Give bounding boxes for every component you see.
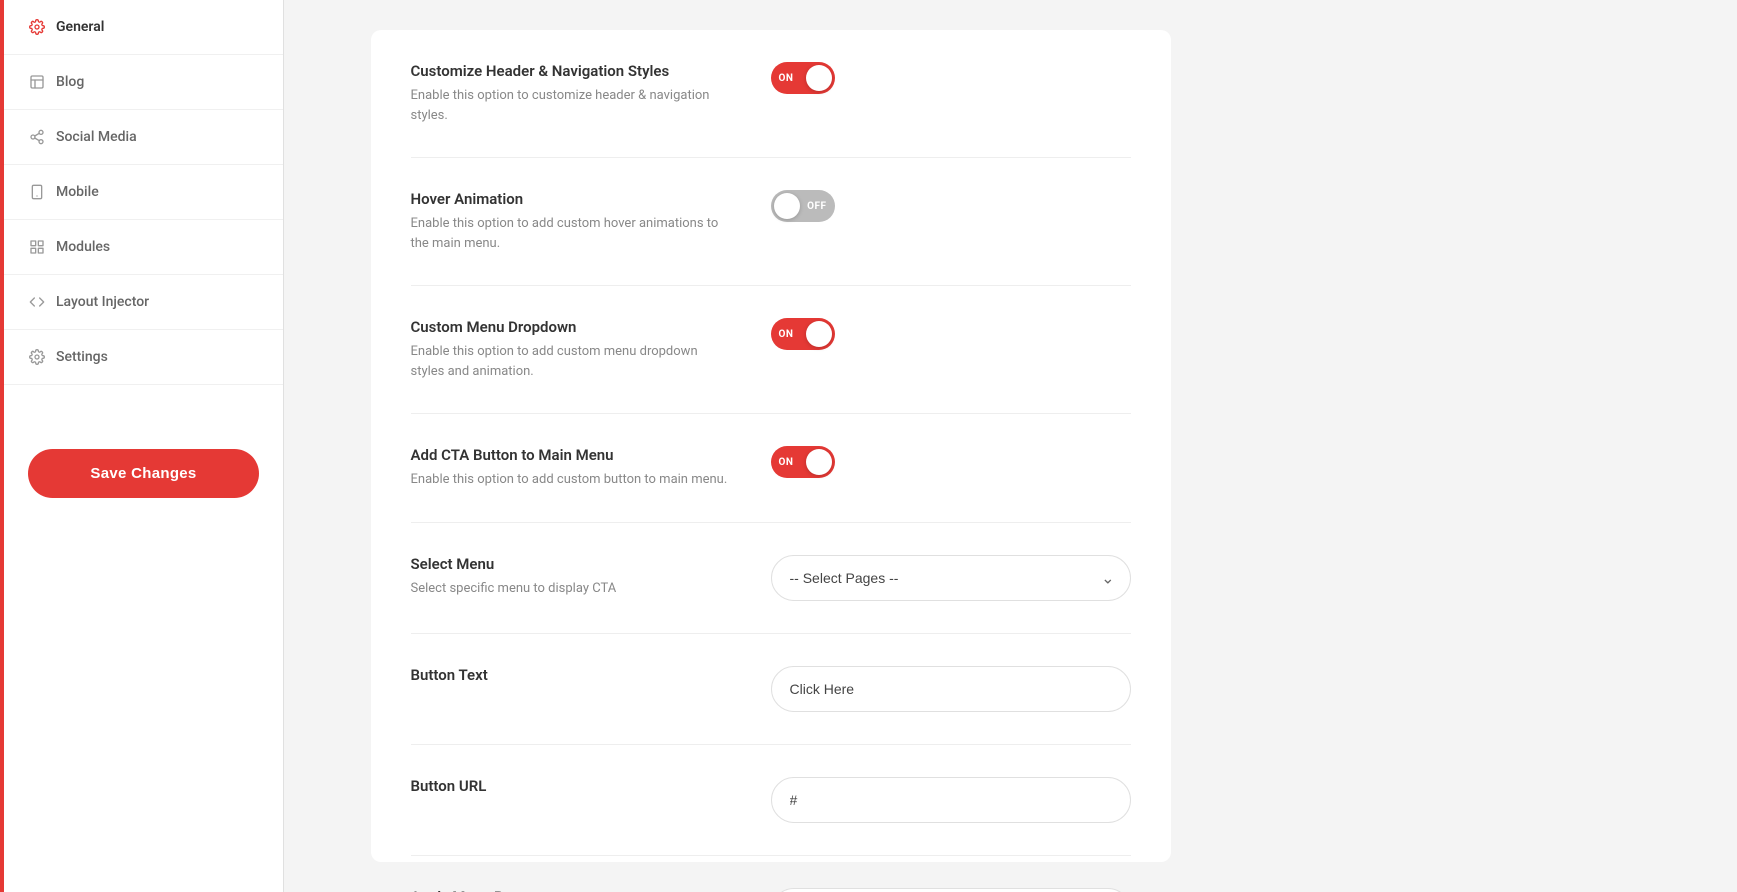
setting-row-button-url: Button URL bbox=[411, 745, 1131, 856]
apply-menu-button-title: Apply Menu Button bbox=[411, 888, 731, 892]
document-icon bbox=[28, 73, 46, 91]
setting-row-button-text: Button Text bbox=[411, 634, 1131, 745]
sidebar-item-layout-injector-label: Layout Injector bbox=[56, 294, 149, 310]
sidebar-item-settings-label: Settings bbox=[56, 349, 108, 365]
select-menu-control: -- Select Pages -- ⌄ bbox=[771, 555, 1131, 601]
right-panel bbox=[1257, 0, 1737, 892]
setting-row-hover-animation: Hover Animation Enable this option to ad… bbox=[411, 158, 1131, 286]
setting-info-hover-animation: Hover Animation Enable this option to ad… bbox=[411, 190, 731, 253]
setting-row-customize-header: Customize Header & Navigation Styles Ena… bbox=[411, 30, 1131, 158]
add-cta-button-desc: Enable this option to add custom button … bbox=[411, 470, 731, 490]
sidebar-item-general-label: General bbox=[56, 19, 104, 35]
setting-info-button-url: Button URL bbox=[411, 777, 731, 801]
select-menu-wrapper: -- Select Pages -- ⌄ bbox=[771, 555, 1131, 601]
button-url-input[interactable] bbox=[771, 777, 1131, 823]
customize-header-toggle-label: ON bbox=[779, 73, 794, 84]
setting-row-apply-menu-button: Apply Menu Button Select place where to … bbox=[411, 856, 1131, 892]
custom-menu-dropdown-toggle-label: ON bbox=[779, 329, 794, 340]
gear-icon bbox=[28, 18, 46, 36]
hover-animation-toggle-label: OFF bbox=[807, 201, 826, 212]
sidebar-item-modules[interactable]: Modules bbox=[4, 220, 283, 275]
custom-menu-dropdown-control: ON bbox=[771, 318, 1131, 350]
hover-animation-control: OFF bbox=[771, 190, 1131, 222]
apply-menu-button-control: Last Menu Item ⌄ bbox=[771, 888, 1131, 892]
add-cta-button-toggle-knob bbox=[806, 449, 832, 475]
customize-header-desc: Enable this option to customize header &… bbox=[411, 86, 731, 125]
select-menu-title: Select Menu bbox=[411, 555, 731, 573]
customize-header-toggle-knob bbox=[806, 65, 832, 91]
custom-menu-dropdown-toggle-knob bbox=[806, 321, 832, 347]
hover-animation-title: Hover Animation bbox=[411, 190, 731, 208]
button-text-control bbox=[771, 666, 1131, 712]
setting-info-custom-menu-dropdown: Custom Menu Dropdown Enable this option … bbox=[411, 318, 731, 381]
sidebar-item-modules-label: Modules bbox=[56, 239, 110, 255]
setting-info-apply-menu-button: Apply Menu Button Select place where to … bbox=[411, 888, 731, 892]
hover-animation-desc: Enable this option to add custom hover a… bbox=[411, 214, 731, 253]
phone-icon bbox=[28, 183, 46, 201]
content-panel: Customize Header & Navigation Styles Ena… bbox=[371, 30, 1171, 862]
grid-icon bbox=[28, 238, 46, 256]
customize-header-control: ON bbox=[771, 62, 1131, 94]
apply-menu-button-select[interactable]: Last Menu Item bbox=[771, 888, 1131, 892]
save-changes-button[interactable]: Save Changes bbox=[28, 449, 259, 498]
select-menu-desc: Select specific menu to display CTA bbox=[411, 579, 731, 599]
sidebar-item-blog-label: Blog bbox=[56, 74, 84, 90]
custom-menu-dropdown-desc: Enable this option to add custom menu dr… bbox=[411, 342, 731, 381]
code-icon bbox=[28, 293, 46, 311]
customize-header-title: Customize Header & Navigation Styles bbox=[411, 62, 731, 80]
setting-info-button-text: Button Text bbox=[411, 666, 731, 690]
add-cta-button-control: ON bbox=[771, 446, 1131, 478]
sidebar-item-blog[interactable]: Blog bbox=[4, 55, 283, 110]
setting-row-select-menu: Select Menu Select specific menu to disp… bbox=[411, 523, 1131, 634]
sidebar-item-social-media[interactable]: Social Media bbox=[4, 110, 283, 165]
sidebar-item-mobile-label: Mobile bbox=[56, 184, 99, 200]
setting-info-add-cta-button: Add CTA Button to Main Menu Enable this … bbox=[411, 446, 731, 490]
hover-animation-toggle[interactable]: OFF bbox=[771, 190, 835, 222]
setting-row-add-cta-button: Add CTA Button to Main Menu Enable this … bbox=[411, 414, 1131, 523]
setting-row-custom-menu-dropdown: Custom Menu Dropdown Enable this option … bbox=[411, 286, 1131, 414]
hover-animation-toggle-knob bbox=[774, 193, 800, 219]
sidebar: General Blog Social Media bbox=[4, 0, 284, 892]
custom-menu-dropdown-title: Custom Menu Dropdown bbox=[411, 318, 731, 336]
setting-info-customize-header: Customize Header & Navigation Styles Ena… bbox=[411, 62, 731, 125]
add-cta-button-title: Add CTA Button to Main Menu bbox=[411, 446, 731, 464]
share-icon bbox=[28, 128, 46, 146]
select-menu-field[interactable]: -- Select Pages -- bbox=[771, 555, 1131, 601]
add-cta-button-toggle-label: ON bbox=[779, 457, 794, 468]
sidebar-item-social-media-label: Social Media bbox=[56, 129, 137, 145]
custom-menu-dropdown-toggle[interactable]: ON bbox=[771, 318, 835, 350]
save-button-container: Save Changes bbox=[4, 425, 283, 522]
button-url-title: Button URL bbox=[411, 777, 731, 795]
add-cta-button-toggle[interactable]: ON bbox=[771, 446, 835, 478]
main-content-area: Customize Header & Navigation Styles Ena… bbox=[284, 0, 1257, 892]
customize-header-toggle[interactable]: ON bbox=[771, 62, 835, 94]
setting-info-select-menu: Select Menu Select specific menu to disp… bbox=[411, 555, 731, 599]
sidebar-item-settings[interactable]: Settings bbox=[4, 330, 283, 385]
apply-menu-button-wrapper: Last Menu Item ⌄ bbox=[771, 888, 1131, 892]
button-text-input[interactable] bbox=[771, 666, 1131, 712]
sidebar-item-general[interactable]: General bbox=[4, 0, 283, 55]
sidebar-item-layout-injector[interactable]: Layout Injector bbox=[4, 275, 283, 330]
button-url-control bbox=[771, 777, 1131, 823]
button-text-title: Button Text bbox=[411, 666, 731, 684]
settings-gear-icon bbox=[28, 348, 46, 366]
sidebar-item-mobile[interactable]: Mobile bbox=[4, 165, 283, 220]
